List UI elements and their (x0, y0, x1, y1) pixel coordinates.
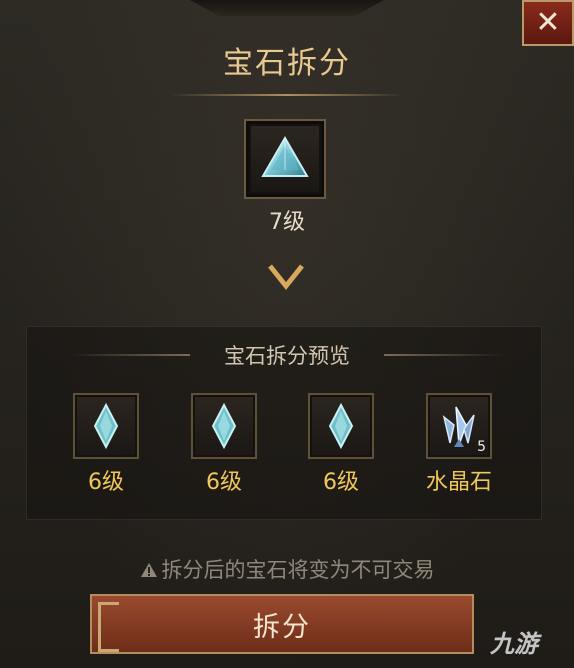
output-slot[interactable]: 5 (426, 393, 492, 459)
output-slot[interactable] (73, 393, 139, 459)
button-ornament (98, 602, 119, 652)
top-ornament (190, 0, 384, 16)
dialog-title: 宝石拆分 (223, 46, 351, 81)
gem-icon (93, 402, 119, 450)
item-count: 5 (477, 439, 486, 455)
source-gem-level: 7级 (269, 210, 305, 235)
gem-icon (328, 402, 354, 450)
output-label: 水晶石 (425, 470, 492, 495)
output-slot[interactable] (308, 393, 374, 459)
watermark: 九游 (490, 630, 538, 658)
gem-icon (211, 402, 237, 450)
split-button-label: 拆分 (253, 611, 311, 643)
warning-text: 拆分后的宝石将变为不可交易 (0, 554, 574, 584)
output-label: 6级 (88, 470, 124, 495)
source-gem-slot[interactable] (244, 119, 326, 199)
chevron-down-icon (268, 264, 304, 291)
warning-icon (140, 563, 157, 577)
preview-title: 宝石拆分预览 (224, 344, 350, 368)
output-label: 6级 (323, 470, 359, 495)
close-icon: ✕ (535, 5, 561, 40)
title-divider (170, 94, 404, 96)
split-button[interactable]: 拆分 (90, 594, 474, 654)
output-label: 6级 (206, 470, 242, 495)
triangle-gem-icon (261, 136, 309, 177)
output-slot[interactable] (191, 393, 257, 459)
split-dialog: ✕ 宝石拆分 7级 宝石拆分预览 6级 6级 6级 5 水晶石 拆分后的宝石将变… (0, 0, 574, 668)
